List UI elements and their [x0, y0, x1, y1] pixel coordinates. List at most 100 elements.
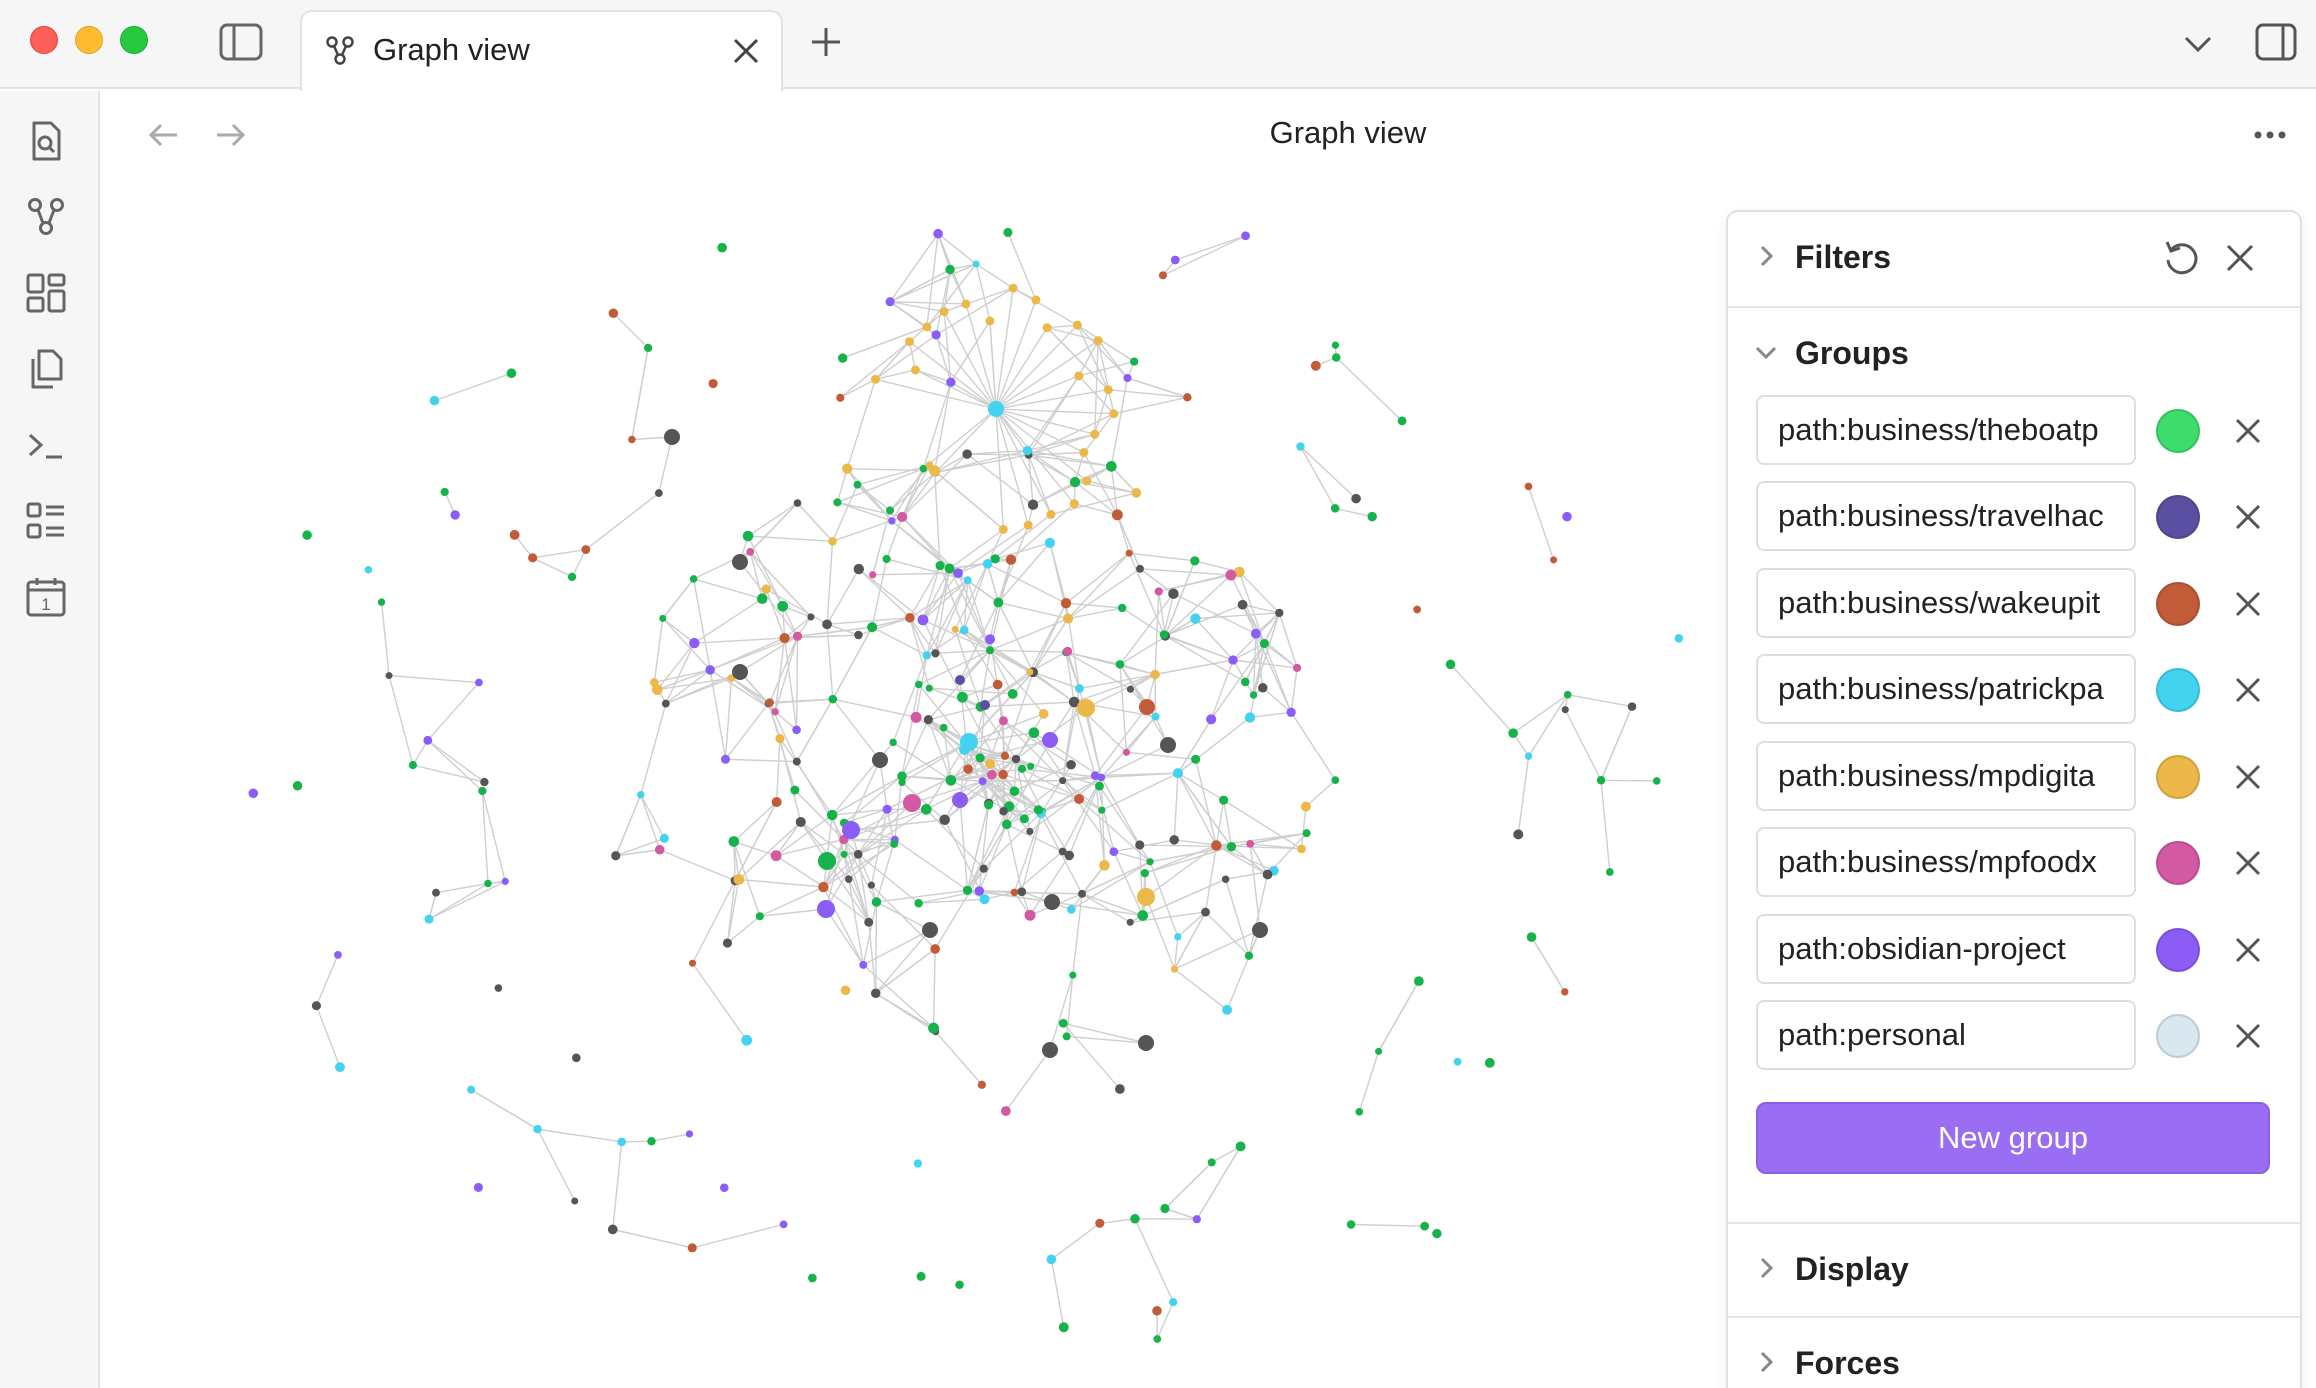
- graph-node[interactable]: [659, 833, 669, 843]
- graph-node[interactable]: [1027, 762, 1035, 770]
- graph-node[interactable]: [939, 814, 950, 826]
- graph-node[interactable]: [1652, 777, 1661, 785]
- graph-node[interactable]: [986, 769, 997, 780]
- graph-node[interactable]: [910, 365, 920, 375]
- graph-node[interactable]: [1508, 728, 1518, 739]
- graph-node[interactable]: [689, 637, 700, 649]
- graph-node[interactable]: [1596, 776, 1606, 785]
- graph-node[interactable]: [1190, 613, 1201, 624]
- graph-node[interactable]: [1109, 847, 1119, 857]
- graph-node[interactable]: [732, 664, 748, 680]
- graph-node[interactable]: [963, 576, 972, 585]
- graph-node[interactable]: [828, 537, 837, 546]
- graph-node[interactable]: [1413, 976, 1424, 987]
- graph-node[interactable]: [423, 735, 433, 745]
- graph-node[interactable]: [842, 821, 860, 839]
- graph-node[interactable]: [853, 849, 863, 859]
- graph-node[interactable]: [1296, 442, 1305, 451]
- graph-node[interactable]: [1228, 655, 1238, 665]
- graph-node[interactable]: [1090, 429, 1100, 439]
- graph-node[interactable]: [1453, 1057, 1462, 1066]
- graph-node[interactable]: [1137, 888, 1155, 906]
- graph-node[interactable]: [961, 299, 971, 309]
- graph-node[interactable]: [1331, 341, 1340, 349]
- graph-node[interactable]: [931, 330, 941, 340]
- graph-node[interactable]: [779, 1220, 788, 1229]
- group-query-input[interactable]: [1756, 741, 2136, 811]
- graph-node[interactable]: [842, 463, 853, 474]
- graph-node[interactable]: [1075, 684, 1084, 693]
- graph-node[interactable]: [951, 625, 959, 633]
- graph-node[interactable]: [1330, 504, 1340, 513]
- arrow-left-icon[interactable]: [146, 117, 182, 153]
- graph-node[interactable]: [408, 760, 418, 770]
- graph-node[interactable]: [854, 630, 863, 640]
- group-query-input[interactable]: [1756, 654, 2136, 724]
- graph-node[interactable]: [617, 1137, 626, 1147]
- graph-node[interactable]: [818, 881, 829, 893]
- graph-node[interactable]: [828, 694, 838, 704]
- graph-node[interactable]: [1252, 922, 1268, 938]
- graph-node[interactable]: [793, 499, 802, 507]
- graph-node[interactable]: [867, 881, 875, 889]
- close-tab-icon[interactable]: [730, 35, 762, 67]
- group-query-input[interactable]: [1756, 568, 2136, 638]
- graph-node[interactable]: [928, 1022, 939, 1034]
- graph-node[interactable]: [1130, 1214, 1140, 1224]
- graph-node[interactable]: [1249, 691, 1258, 699]
- graph-node[interactable]: [1153, 1335, 1162, 1343]
- graph-node[interactable]: [1000, 751, 1010, 760]
- sidebar-left-icon[interactable]: [218, 22, 264, 62]
- graph-node[interactable]: [1115, 660, 1125, 669]
- group-color-swatch[interactable]: [2156, 1014, 2200, 1058]
- graph-node[interactable]: [1010, 888, 1019, 897]
- graph-node[interactable]: [944, 563, 955, 574]
- graph-node[interactable]: [1262, 869, 1273, 880]
- graph-node[interactable]: [1122, 748, 1131, 756]
- calendar-icon[interactable]: 1: [24, 575, 68, 619]
- graph-node[interactable]: [687, 1243, 697, 1253]
- graph-node[interactable]: [755, 912, 764, 921]
- graph-node[interactable]: [962, 449, 972, 459]
- graph-node[interactable]: [1064, 850, 1075, 861]
- canvas-icon[interactable]: [24, 271, 68, 315]
- graph-node[interactable]: [1066, 759, 1076, 770]
- display-section-header[interactable]: Display: [1728, 1224, 2300, 1314]
- graph-node[interactable]: [922, 922, 938, 938]
- graph-node[interactable]: [1160, 1203, 1170, 1214]
- graph-node[interactable]: [1561, 706, 1569, 714]
- graph-node[interactable]: [978, 777, 987, 786]
- graph-node[interactable]: [647, 1137, 656, 1146]
- graph-node[interactable]: [654, 844, 665, 855]
- graph-node[interactable]: [904, 337, 914, 347]
- graph-node[interactable]: [1250, 628, 1261, 639]
- graph-node[interactable]: [475, 678, 483, 687]
- graph-node[interactable]: [1445, 659, 1456, 670]
- graph-node[interactable]: [1131, 488, 1142, 498]
- graph-node[interactable]: [960, 733, 978, 751]
- graph-node[interactable]: [939, 307, 949, 317]
- graph-node[interactable]: [1062, 1032, 1071, 1041]
- graph-node[interactable]: [533, 1124, 542, 1134]
- graph-node[interactable]: [840, 985, 851, 996]
- graph-node[interactable]: [925, 461, 934, 470]
- graph-node[interactable]: [1221, 875, 1230, 884]
- graph-node[interactable]: [979, 894, 990, 905]
- graph-node[interactable]: [1044, 537, 1056, 549]
- graph-node[interactable]: [871, 897, 882, 907]
- graph-node[interactable]: [864, 917, 874, 927]
- graph-node[interactable]: [1146, 858, 1154, 866]
- graph-node[interactable]: [661, 699, 670, 708]
- graph-node[interactable]: [1079, 448, 1089, 458]
- graph-node[interactable]: [1310, 360, 1321, 371]
- graph-node[interactable]: [1225, 569, 1237, 581]
- graph-node[interactable]: [979, 864, 988, 873]
- graph-node[interactable]: [817, 900, 835, 918]
- graph-node[interactable]: [1126, 918, 1134, 926]
- graph-node[interactable]: [1235, 1141, 1246, 1152]
- graph-node[interactable]: [1170, 965, 1179, 973]
- graph-node[interactable]: [1219, 795, 1229, 805]
- graph-node[interactable]: [1090, 771, 1100, 780]
- group-color-swatch[interactable]: [2156, 582, 2200, 626]
- graph-node[interactable]: [467, 1085, 476, 1094]
